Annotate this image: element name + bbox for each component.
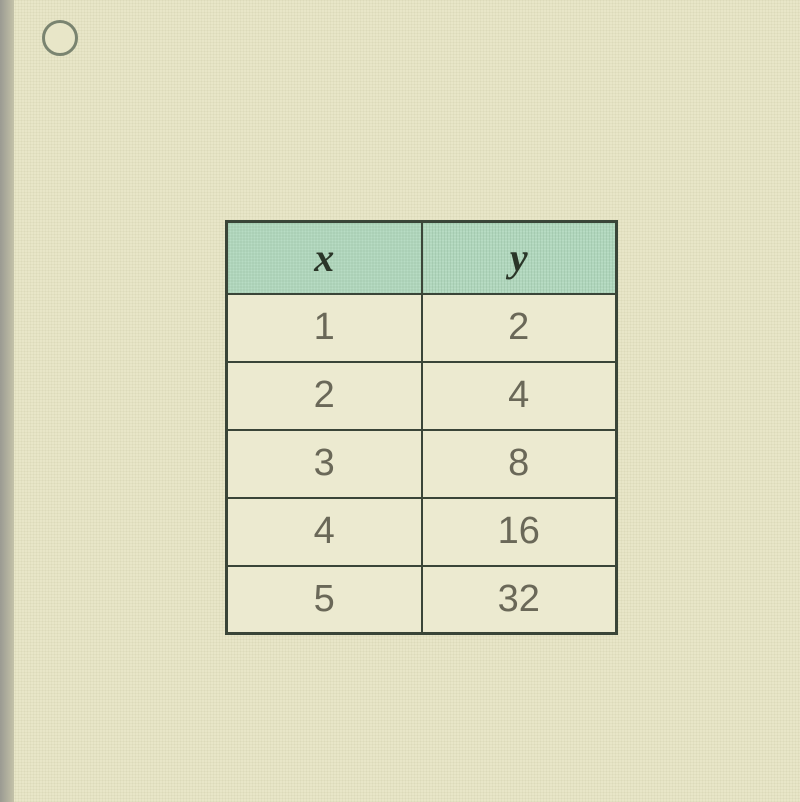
table-header-row: x y <box>227 222 617 294</box>
header-y: y <box>422 222 617 294</box>
cell-x: 2 <box>227 362 422 430</box>
cell-x: 3 <box>227 430 422 498</box>
table-row: 5 32 <box>227 566 617 634</box>
header-x: x <box>227 222 422 294</box>
cell-y: 32 <box>422 566 617 634</box>
cell-x: 4 <box>227 498 422 566</box>
xy-data-table: x y 1 2 2 4 3 8 4 16 5 32 <box>225 220 618 635</box>
table-row: 2 4 <box>227 362 617 430</box>
table-row: 4 16 <box>227 498 617 566</box>
cell-y: 8 <box>422 430 617 498</box>
cell-y: 16 <box>422 498 617 566</box>
table-row: 1 2 <box>227 294 617 362</box>
table-row: 3 8 <box>227 430 617 498</box>
cell-x: 5 <box>227 566 422 634</box>
left-edge-divider <box>0 0 14 802</box>
radio-option[interactable] <box>42 20 78 56</box>
cell-y: 2 <box>422 294 617 362</box>
cell-y: 4 <box>422 362 617 430</box>
cell-x: 1 <box>227 294 422 362</box>
